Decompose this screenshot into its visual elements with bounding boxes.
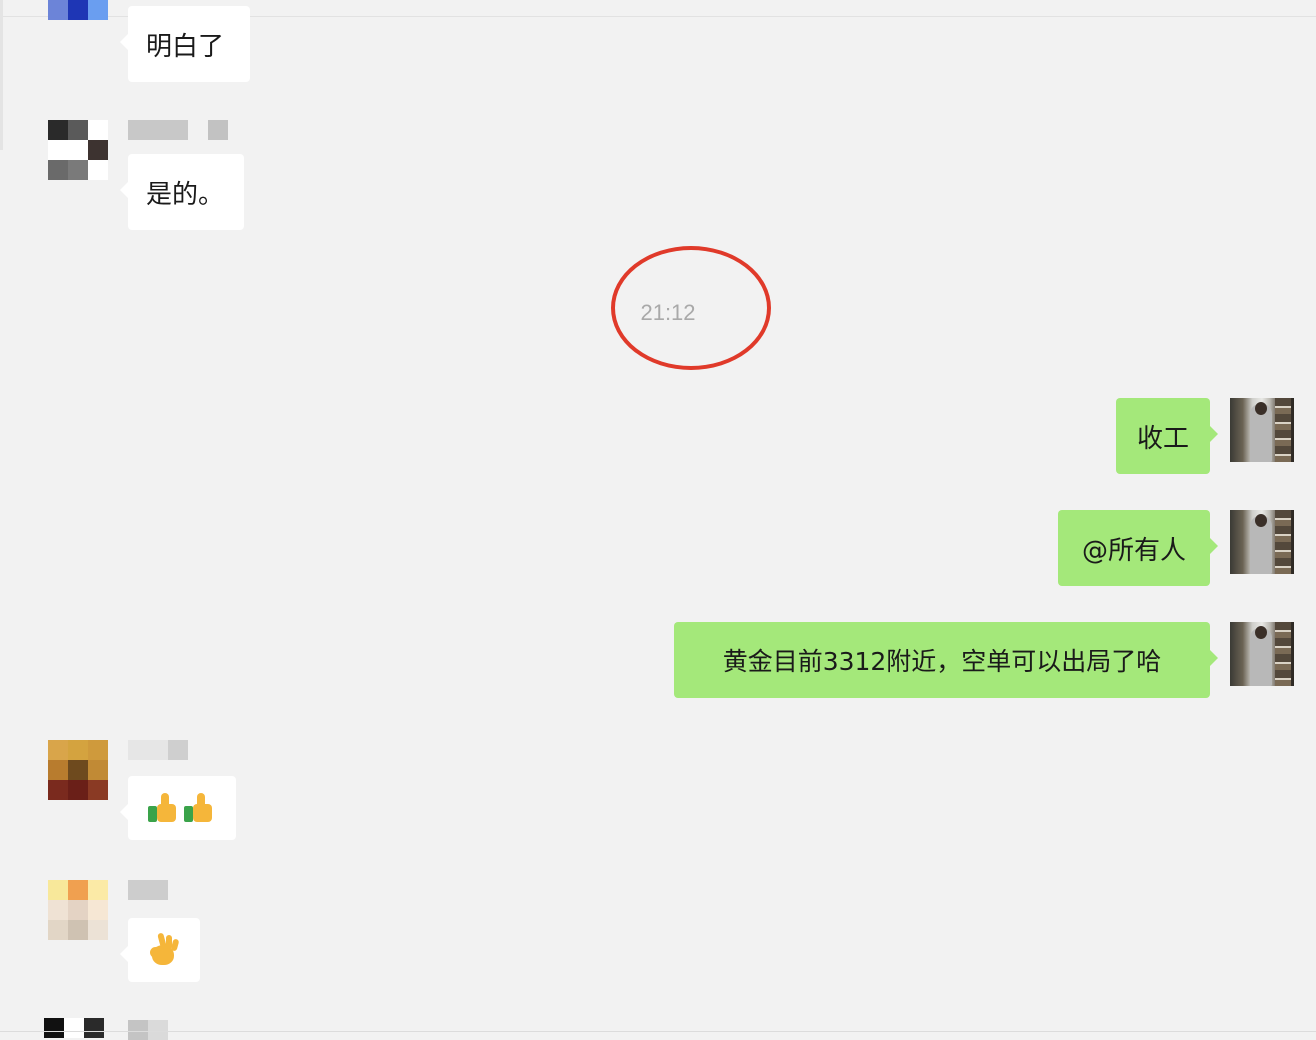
message-bubble[interactable]: 是的。: [120, 154, 244, 230]
input-area-divider: [0, 1031, 1316, 1032]
sender-name-blurred: [128, 740, 188, 760]
thumbs-up-icon: [146, 792, 178, 824]
emoji-message-bubble[interactable]: [120, 776, 236, 840]
thumbs-up-icon: [182, 792, 214, 824]
chat-message-panel[interactable]: 明白了 是的。 21:12 收工 @所有人 黄金目前3312附近，空单可以出局了…: [0, 0, 1316, 1040]
highlight-circle: [611, 246, 771, 370]
sender-name-blurred: [128, 1020, 168, 1040]
left-edge: [0, 0, 3, 150]
sender-avatar[interactable]: [48, 120, 108, 180]
emoji-message-bubble[interactable]: [120, 918, 200, 982]
message-text: 是的。: [146, 179, 225, 210]
ok-hand-icon: [146, 932, 180, 967]
self-avatar[interactable]: [1230, 398, 1294, 462]
sender-avatar[interactable]: [44, 1018, 104, 1040]
sender-avatar[interactable]: [48, 0, 108, 40]
self-avatar[interactable]: [1230, 622, 1294, 686]
message-text: 收工: [1136, 423, 1189, 454]
sender-avatar[interactable]: [48, 740, 108, 800]
self-avatar[interactable]: [1230, 510, 1294, 574]
message-bubble[interactable]: @所有人: [1058, 510, 1218, 586]
sender-name-blurred: [128, 880, 168, 900]
message-bubble[interactable]: 收工: [1116, 398, 1218, 474]
sender-avatar[interactable]: [48, 880, 108, 940]
message-text: 黄金目前3312附近，空单可以出局了哈: [722, 647, 1162, 676]
message-text: @所有人: [1081, 535, 1186, 566]
message-bubble[interactable]: 黄金目前3312附近，空单可以出局了哈: [674, 622, 1218, 698]
message-bubble[interactable]: 明白了: [120, 6, 250, 82]
sender-name-blurred: [128, 120, 228, 140]
message-text: 明白了: [146, 31, 225, 62]
